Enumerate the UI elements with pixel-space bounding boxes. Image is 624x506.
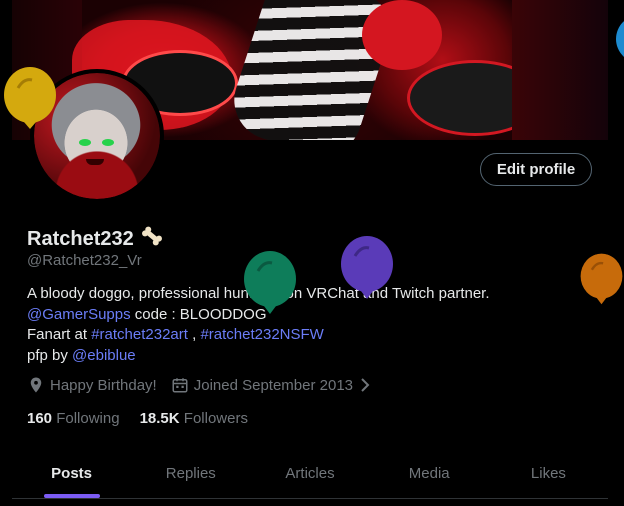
bio-line-2: @GamerSupps code : BLOODDOG (27, 305, 587, 326)
bone-icon (140, 225, 164, 253)
tab-media-label: Media (408, 464, 450, 482)
bio-line-3: Fanart at #ratchet232art , #ratchet232NS… (27, 325, 587, 346)
profile-meta: Happy Birthday! Joined September 2013 (27, 376, 386, 394)
bio-line-3-text: Fanart at (27, 326, 92, 343)
active-tab-indicator (43, 494, 100, 498)
purple-balloon-icon (341, 236, 393, 299)
follow-stats: 160 Following 18.5K Followers (27, 410, 248, 427)
blue-balloon-icon (616, 21, 624, 57)
profile-tabs: Posts Replies Articles Media Likes (12, 448, 608, 499)
tab-posts[interactable]: Posts (12, 448, 131, 498)
joined-item[interactable]: Joined September 2013 (171, 376, 372, 394)
calendar-icon (171, 376, 189, 394)
gamersupps-link[interactable]: @GamerSupps (27, 306, 131, 323)
tab-articles[interactable]: Articles (250, 448, 369, 498)
followers-link[interactable]: 18.5K Followers (140, 410, 248, 427)
location-pin-icon (27, 376, 45, 394)
following-link[interactable]: 160 Following (27, 410, 120, 427)
bio-line-4-text: pfp by (27, 346, 73, 364)
tab-replies[interactable]: Replies (131, 448, 250, 498)
banner-art-shade-right (512, 0, 608, 140)
display-name-text: Ratchet232 (27, 227, 134, 250)
avatar-eye-right (102, 139, 114, 146)
green-balloon-icon (244, 251, 296, 314)
edit-profile-button[interactable]: Edit profile (480, 153, 592, 186)
tab-likes-label: Likes (530, 464, 566, 482)
tab-media[interactable]: Media (370, 448, 489, 498)
bio-line-4: pfp by @ebiblue (27, 346, 587, 367)
banner-art-red-shape-2 (362, 0, 442, 70)
following-label: Following (56, 410, 120, 427)
chevron-right-icon (358, 377, 372, 393)
profile-bio: A bloody doggo, professional huntress on… (27, 284, 587, 366)
joined-text: Joined September 2013 (193, 376, 354, 394)
hashtag-art-link[interactable]: #ratchet232art (91, 326, 188, 343)
bio-line-1: A bloody doggo, professional huntress on… (27, 285, 490, 302)
display-name: Ratchet232 (27, 225, 164, 253)
bio-line-3-separator: , (187, 326, 201, 343)
birthday-item: Happy Birthday! (27, 376, 157, 394)
birthday-text: Happy Birthday! (50, 376, 157, 394)
avatar-mouth (86, 159, 104, 165)
following-count: 160 (27, 410, 53, 427)
tab-likes[interactable]: Likes (489, 448, 608, 498)
profile-handle: @Ratchet232_Vr (27, 252, 142, 269)
orange-balloon-icon (580, 253, 623, 305)
tab-replies-label: Replies (165, 464, 216, 482)
ebiblue-link[interactable]: @ebiblue (72, 347, 136, 364)
avatar-eye-left (79, 139, 91, 146)
yellow-balloon-icon (4, 67, 56, 129)
tab-articles-label: Articles (285, 464, 335, 482)
tab-posts-label: Posts (51, 464, 93, 482)
followers-count: 18.5K (139, 410, 180, 427)
followers-label: Followers (183, 410, 248, 427)
hashtag-nsfw-link[interactable]: #ratchet232NSFW (200, 326, 323, 343)
